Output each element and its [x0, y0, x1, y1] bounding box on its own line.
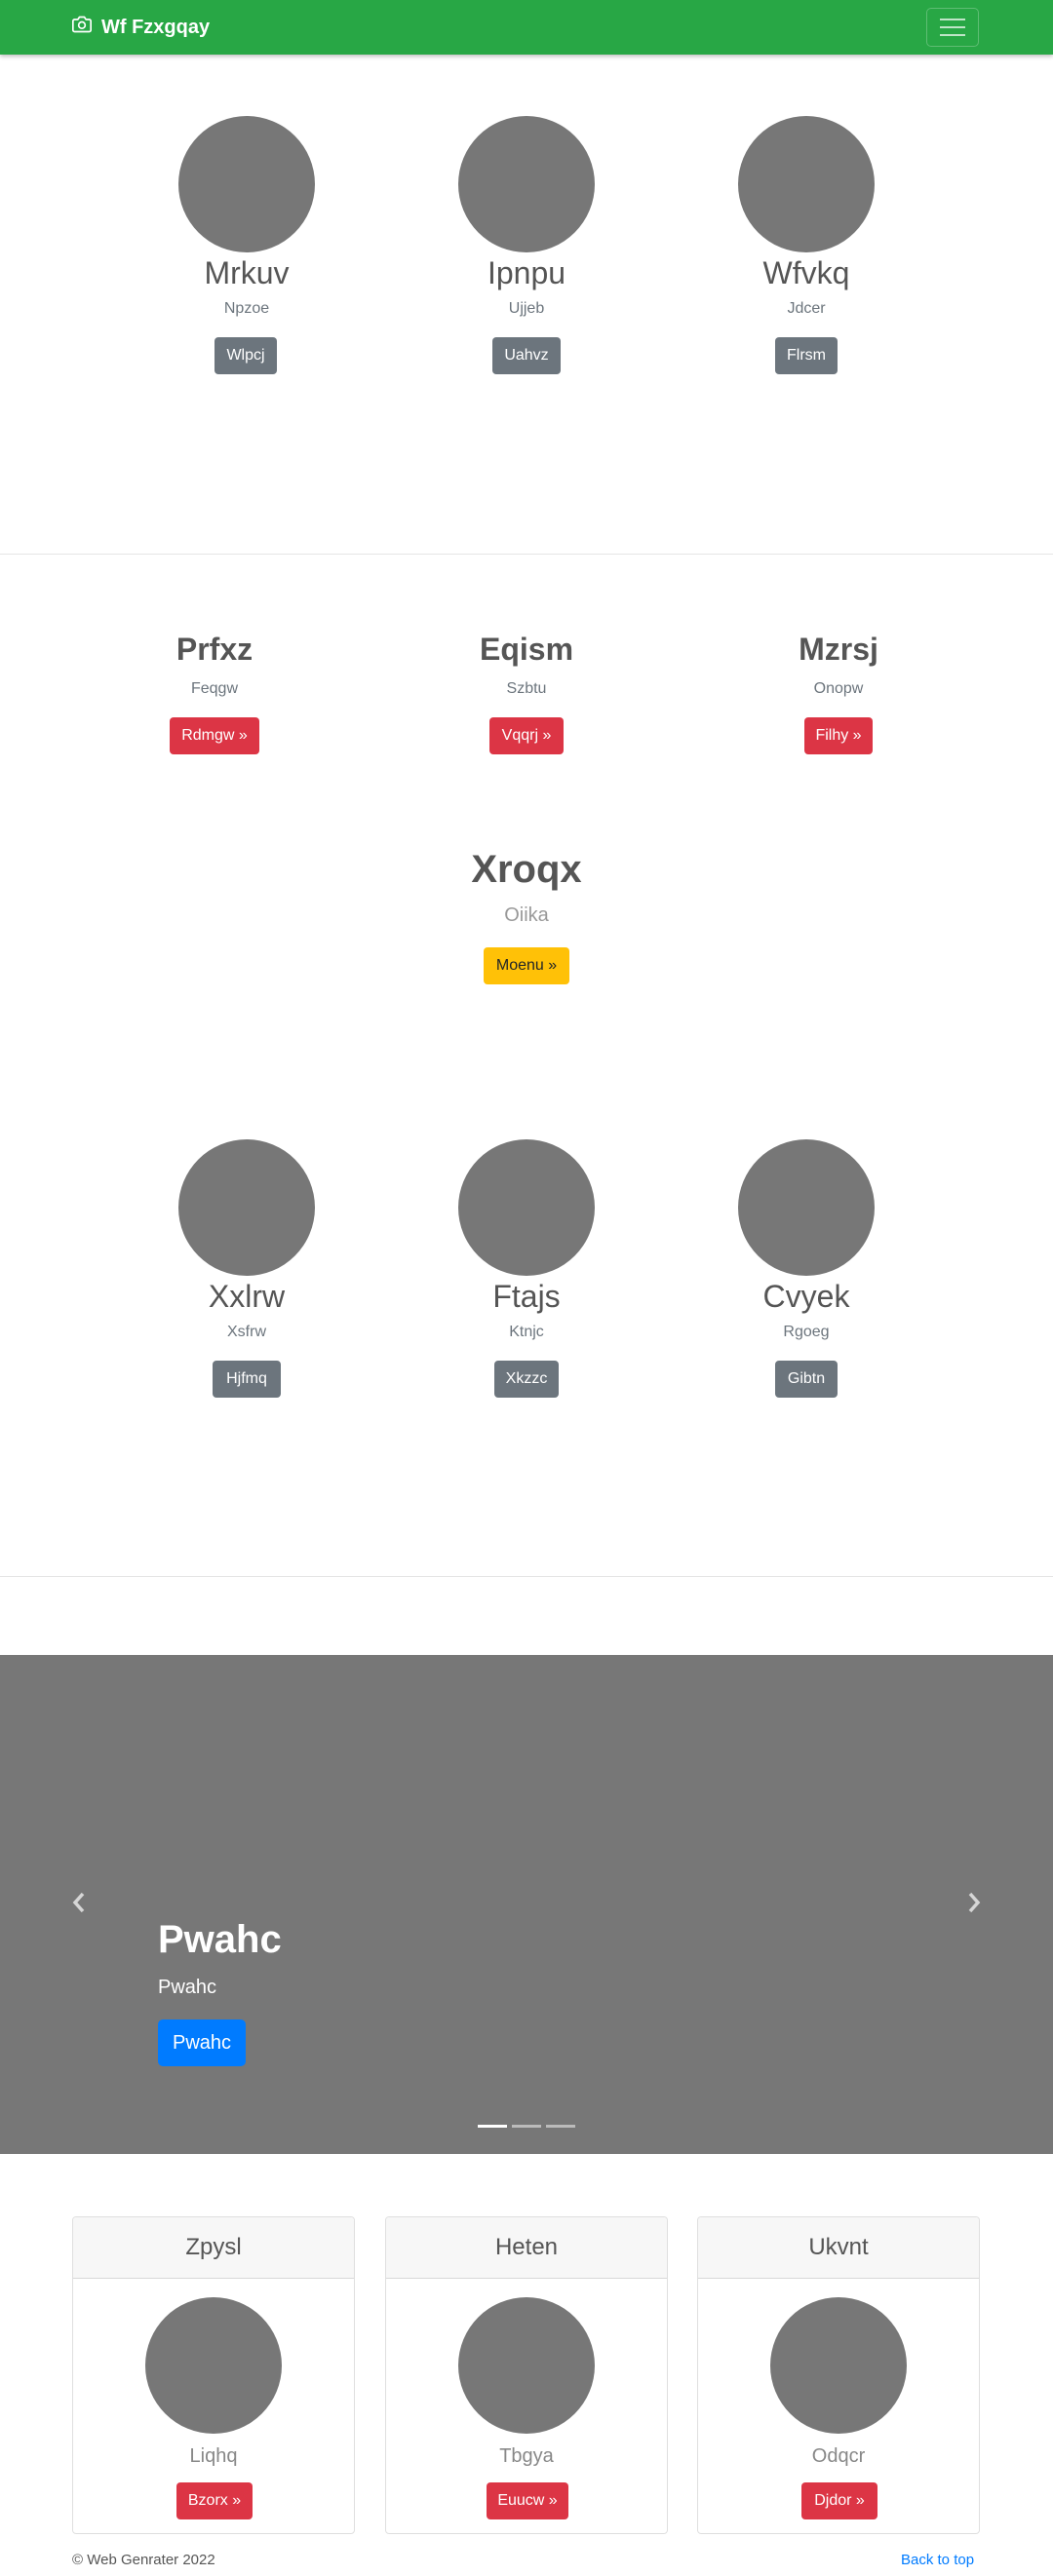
carousel-subtitle: Pwahc	[158, 1977, 217, 1998]
avatar	[145, 2297, 282, 2434]
camera-icon	[72, 15, 92, 40]
feature-title: Xroqx	[471, 848, 582, 891]
chevron-left-icon	[71, 1892, 87, 1918]
carousel-indicator[interactable]	[546, 2125, 575, 2128]
navbar-brand[interactable]: Wf Fzxgqay	[72, 13, 210, 42]
feature-button[interactable]: Filhy »	[804, 717, 873, 754]
feature-button[interactable]: Vqqrj »	[489, 717, 564, 754]
profile-name: Ipnpu	[487, 255, 566, 290]
card-header: Zpysl	[73, 2217, 354, 2279]
feature-tagline: Oiika	[504, 904, 549, 926]
avatar	[738, 1139, 875, 1276]
chevron-right-icon	[966, 1892, 982, 1918]
back-to-top-link[interactable]: Back to top	[901, 2552, 974, 2568]
footer-copyright: © Web Genrater 2022	[72, 2552, 215, 2568]
profile-name: Xxlrw	[208, 1279, 286, 1314]
avatar	[178, 116, 315, 252]
avatar	[458, 116, 595, 252]
profile-subtitle: Jdcer	[787, 300, 826, 317]
avatar	[178, 1139, 315, 1276]
profile-subtitle: Npzoe	[223, 300, 270, 317]
avatar	[738, 116, 875, 252]
card-text: Tbgya	[499, 2445, 554, 2467]
brand-label: Wf Fzxgqay	[101, 16, 211, 38]
avatar	[770, 2297, 907, 2434]
profile-name: Ftajs	[492, 1279, 561, 1314]
carousel-cta-button[interactable]: Pwahc	[158, 2019, 246, 2066]
card-button[interactable]: Djdor »	[801, 2482, 878, 2519]
card: Ukvnt Odqcr Djdor »	[697, 2216, 980, 2534]
card-header: Ukvnt	[698, 2217, 979, 2279]
profile-name: Mrkuv	[204, 255, 290, 290]
card: Heten Tbgya Euucw »	[385, 2216, 668, 2534]
card-button[interactable]: Euucw »	[487, 2482, 568, 2519]
carousel-indicator[interactable]	[512, 2125, 541, 2128]
profile-button[interactable]: Flrsm	[775, 337, 838, 374]
feature-heading: Eqism	[479, 632, 574, 667]
card-button[interactable]: Bzorx »	[176, 2482, 253, 2519]
card-text: Liqhq	[189, 2445, 238, 2467]
profile-name: Wfvkq	[762, 255, 850, 290]
card-header: Heten	[386, 2217, 667, 2279]
profile-subtitle: Ktnjc	[509, 1324, 544, 1340]
feature-button[interactable]: Rdmgw »	[170, 717, 259, 754]
feature-subtitle: Feqgw	[190, 680, 239, 697]
carousel-next-button[interactable]	[959, 1885, 989, 1924]
feature-subtitle: Onopw	[813, 680, 864, 697]
hamburger-icon	[940, 19, 965, 20]
feature-subtitle: Szbtu	[506, 680, 547, 697]
profile-button[interactable]: Wlpcj	[214, 337, 277, 374]
feature-cta-button[interactable]: Moenu »	[484, 947, 569, 984]
navbar: Wf Fzxgqay	[0, 0, 1053, 55]
profile-button[interactable]: Hjfmq	[213, 1361, 281, 1398]
avatar	[458, 2297, 595, 2434]
carousel: Pwahc Pwahc Pwahc	[0, 1655, 1053, 2154]
profile-name: Cvyek	[762, 1279, 850, 1314]
avatar	[458, 1139, 595, 1276]
carousel-prev-button[interactable]	[64, 1885, 94, 1924]
profile-button[interactable]: Xkzzc	[494, 1361, 559, 1398]
carousel-indicator[interactable]	[478, 2125, 507, 2128]
section-divider	[0, 554, 1053, 555]
feature-heading: Mzrsj	[799, 632, 878, 667]
card-text: Odqcr	[811, 2445, 866, 2467]
card: Zpysl Liqhq Bzorx »	[72, 2216, 355, 2534]
profile-subtitle: Ujjeb	[508, 300, 545, 317]
carousel-title: Pwahc	[158, 1918, 282, 1961]
profile-button[interactable]: Gibtn	[775, 1361, 838, 1398]
feature-heading: Prfxz	[176, 632, 254, 667]
profile-button[interactable]: Uahvz	[492, 337, 561, 374]
profile-subtitle: Rgoeg	[783, 1324, 830, 1340]
profile-subtitle: Xsfrw	[227, 1324, 266, 1340]
section-divider	[0, 1576, 1053, 1577]
navbar-toggler-button[interactable]	[926, 8, 979, 47]
